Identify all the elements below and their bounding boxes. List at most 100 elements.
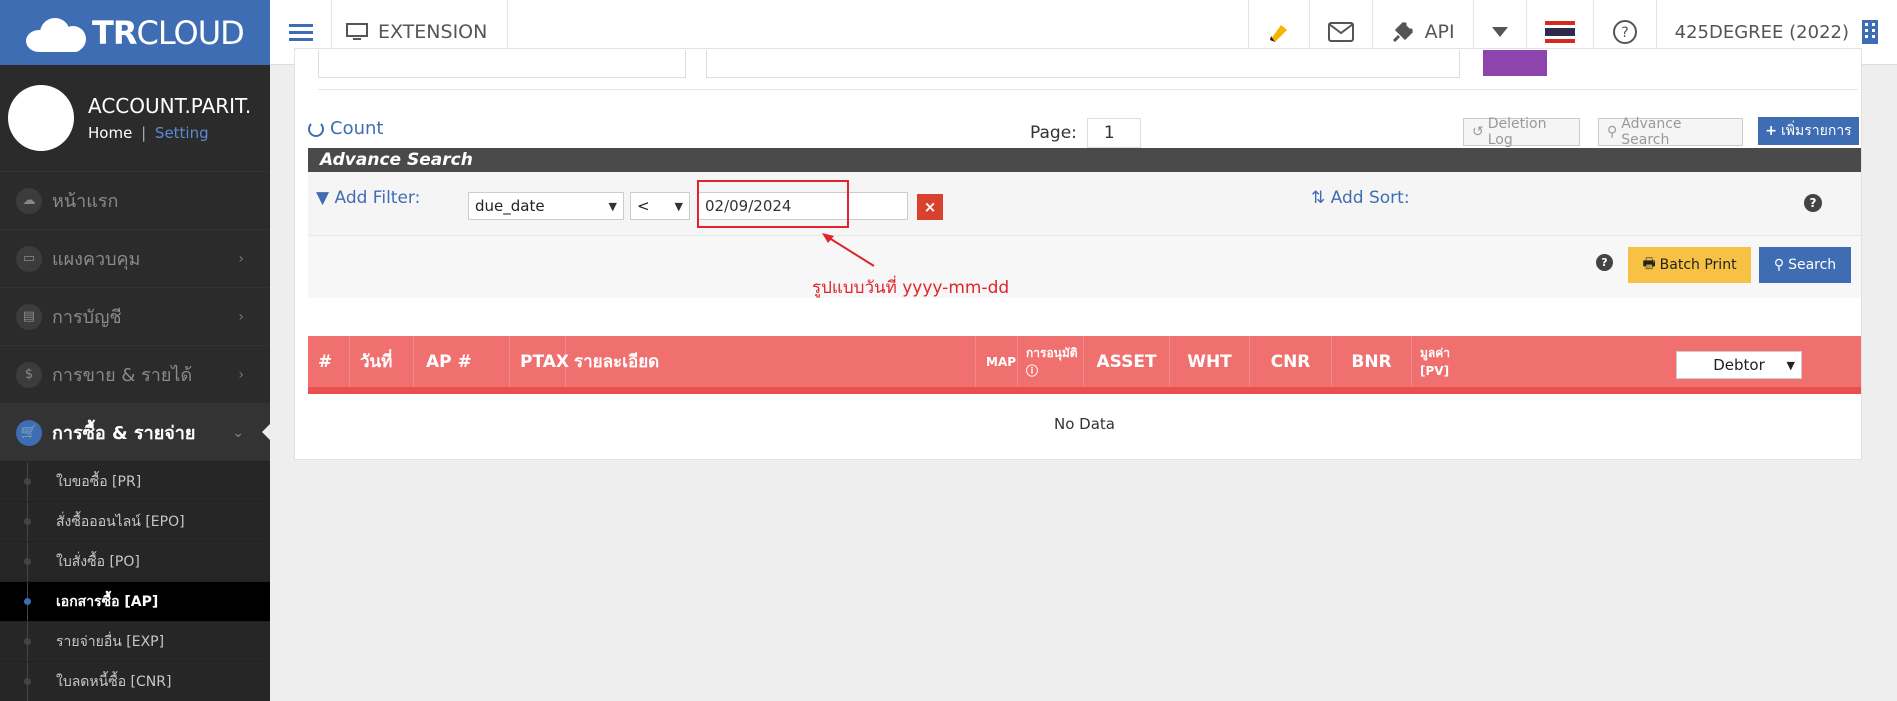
col-ptax[interactable]: PTAX xyxy=(510,336,569,387)
hamburger-icon xyxy=(288,20,313,45)
sidebar-subitem-cnr[interactable]: ใบลดหนี้ซื้อ [CNR] xyxy=(0,661,270,701)
search-icon: ⚲ xyxy=(1607,124,1618,140)
advance-search-button[interactable]: ⚲ Advance Search xyxy=(1598,116,1743,148)
col-number[interactable]: # xyxy=(308,336,350,387)
cut-off-button[interactable] xyxy=(1483,50,1547,76)
close-icon: × xyxy=(923,198,937,216)
filter-operator-select[interactable]: < ▼ xyxy=(630,192,690,220)
extension-label: EXTENSION xyxy=(378,21,488,43)
pen-icon xyxy=(1269,25,1287,42)
app-logo[interactable]: TRCLOUD xyxy=(0,0,270,65)
annotation-highlight-box xyxy=(697,180,849,228)
cloud-logo-icon xyxy=(26,14,86,52)
sort-icon: ⇅ xyxy=(1311,188,1326,208)
chevron-right-icon: › xyxy=(238,366,244,383)
search-button[interactable]: ⚲ Search xyxy=(1759,247,1851,283)
subitem-label: สั่งซื้อออนไลน์ [EPO] xyxy=(56,513,185,530)
annotation-arrow xyxy=(822,233,875,267)
sidebar-item-label: การบัญชี xyxy=(52,307,122,328)
building-icon xyxy=(1862,20,1878,44)
mail-icon xyxy=(1327,22,1354,42)
sidebar-item-label: แผงควบคุม xyxy=(52,249,141,270)
monitor-icon xyxy=(346,23,368,40)
sidebar-subitem-pr[interactable]: ใบขอซื้อ [PR] xyxy=(0,461,270,501)
info-icon: ⓘ xyxy=(1026,363,1039,378)
sidebar-subitem-po[interactable]: ใบสั่งซื้อ [PO] xyxy=(0,541,270,581)
filter-help-icon[interactable]: ? xyxy=(1804,194,1822,212)
api-label: API xyxy=(1424,21,1455,43)
history-icon: ↺ xyxy=(1472,124,1484,140)
col-bnr[interactable]: BNR xyxy=(1332,336,1412,387)
sidebar-item-accounting[interactable]: ▤ การบัญชี › xyxy=(0,287,270,345)
sidebar-item-purchases[interactable]: 🛒 การซื้อ & รายจ่าย ⌄ xyxy=(0,403,270,461)
col-value-pv[interactable]: มูลค่า [PV] xyxy=(1412,336,1472,387)
filter-icon: ▼ xyxy=(316,188,330,208)
count-label: Count xyxy=(330,118,384,139)
deletion-log-button[interactable]: ↺ Deletion Log xyxy=(1463,116,1580,148)
monitor-icon: ▭ xyxy=(16,245,42,272)
col-cnr[interactable]: CNR xyxy=(1250,336,1332,387)
sidebar-subitem-ap[interactable]: เอกสารซื้อ [AP] xyxy=(0,581,270,621)
avatar[interactable] xyxy=(8,85,74,151)
col-approval[interactable]: การอนุมัติ ⓘ xyxy=(1018,336,1084,387)
remove-filter-button[interactable]: × xyxy=(917,194,943,220)
profile-name: ACCOUNT.PARIT. xyxy=(88,94,252,118)
book-icon: ▤ xyxy=(16,303,42,330)
col-map[interactable]: MAP xyxy=(976,336,1018,387)
chevron-right-icon: › xyxy=(238,250,244,267)
page-label: Page: xyxy=(1030,123,1077,143)
col-description[interactable]: รายละเอียด xyxy=(566,336,976,387)
sidebar-item-sales[interactable]: $ การขาย & รายได้ › xyxy=(0,345,270,403)
refresh-icon xyxy=(308,120,324,137)
advance-search-header: Advance Search xyxy=(308,148,1861,172)
add-filter-button[interactable]: ▼ Add Filter: xyxy=(316,188,420,208)
add-sort-button[interactable]: ⇅ Add Sort: xyxy=(1311,188,1410,208)
add-item-label: เพิ่มรายการ xyxy=(1781,123,1852,139)
cloud-icon: ☁ xyxy=(16,187,42,214)
cut-off-input[interactable] xyxy=(706,50,1460,78)
col-ap-number[interactable]: AP # xyxy=(414,336,510,387)
subitem-label: ใบสั่งซื้อ [PO] xyxy=(56,553,140,570)
approval-label: การอนุมัติ xyxy=(1026,345,1078,360)
search-action-row: ? 🖶 Batch Print ⚲ Search xyxy=(308,236,1861,298)
page-input[interactable]: 1 xyxy=(1086,118,1141,148)
subitem-label: ใบขอซื้อ [PR] xyxy=(56,473,142,490)
batch-print-label: Batch Print xyxy=(1659,257,1737,273)
brand-name: TRCLOUD xyxy=(92,13,245,52)
home-link[interactable]: Home xyxy=(88,124,132,142)
sidebar-item-label: หน้าแรก xyxy=(52,191,119,212)
col-asset[interactable]: ASSET xyxy=(1084,336,1170,387)
add-filter-label: Add Filter: xyxy=(334,188,421,208)
plus-icon: + xyxy=(1765,123,1778,139)
link-separator: | xyxy=(141,124,147,142)
filter-row: ▼ Add Filter: due_date ▼ < ▼ 02/09/2024 … xyxy=(308,172,1861,236)
col-wht[interactable]: WHT xyxy=(1170,336,1250,387)
chevron-right-icon: › xyxy=(238,308,244,325)
add-sort-label: Add Sort: xyxy=(1330,188,1410,208)
user-profile: ACCOUNT.PARIT. Home | Setting xyxy=(0,65,270,171)
chevron-down-icon: ▼ xyxy=(608,199,617,213)
sidebar-item-label: การซื้อ & รายจ่าย xyxy=(52,423,196,444)
pagination: Page: 1 xyxy=(1030,118,1141,148)
sidebar-item-home[interactable]: ☁ หน้าแรก xyxy=(0,171,270,229)
debtor-value: Debtor xyxy=(1713,356,1765,374)
filter-field-select[interactable]: due_date ▼ xyxy=(468,192,624,220)
chevron-down-icon: ▼ xyxy=(674,199,683,213)
setting-link[interactable]: Setting xyxy=(155,124,209,142)
print-help-icon[interactable]: ? xyxy=(1596,254,1613,271)
col-date[interactable]: วันที่ xyxy=(350,336,414,387)
sidebar-item-dashboard[interactable]: ▭ แผงควบคุม › xyxy=(0,229,270,287)
debtor-select[interactable]: Debtor ▼ xyxy=(1676,351,1802,379)
count-link[interactable]: Count xyxy=(308,118,383,139)
printer-icon: 🖶 xyxy=(1642,256,1656,272)
date-format-annotation: รูปแบบวันที่ yyyy-mm-dd xyxy=(812,278,1010,298)
add-item-button[interactable]: + เพิ่มรายการ xyxy=(1758,117,1859,145)
batch-print-button[interactable]: 🖶 Batch Print xyxy=(1628,247,1751,283)
sidebar-subitem-epo[interactable]: สั่งซื้อออนไลน์ [EPO] xyxy=(0,501,270,541)
cut-off-select[interactable] xyxy=(318,50,686,78)
deletion-log-label: Deletion Log xyxy=(1487,116,1547,148)
thai-flag-icon xyxy=(1544,21,1575,43)
sidebar-subitem-exp[interactable]: รายจ่ายอื่น [EXP] xyxy=(0,621,270,661)
sidebar-item-label: การขาย & รายได้ xyxy=(52,365,193,386)
scrolled-filter-row xyxy=(318,50,1858,90)
